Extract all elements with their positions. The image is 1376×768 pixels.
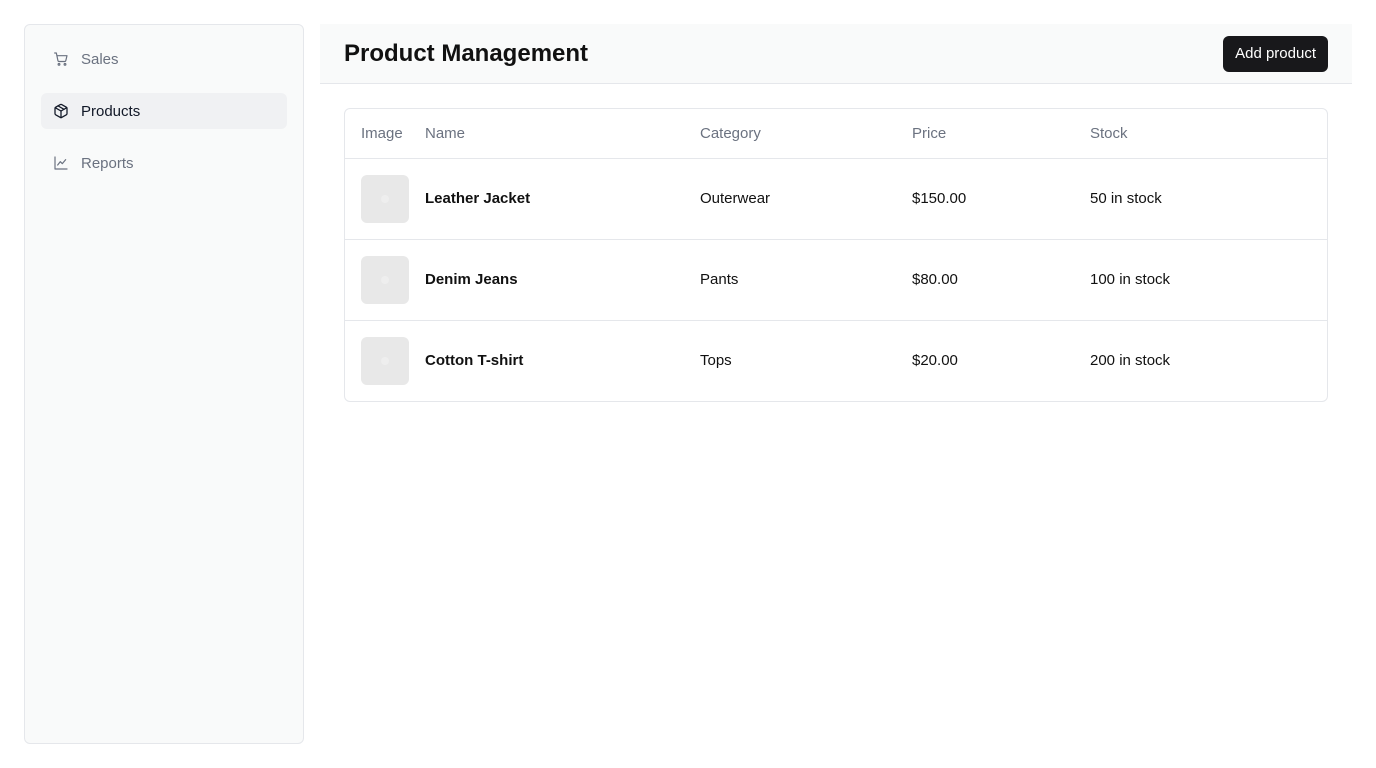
table-row[interactable]: Cotton T-shirt Tops $20.00 200 in stock (345, 320, 1327, 401)
products-table: Image Name Category Price Stock Leather … (345, 109, 1327, 401)
product-stock: 200 in stock (1090, 352, 1171, 370)
product-category: Pants (700, 239, 912, 321)
column-header-category[interactable]: Category (700, 109, 912, 159)
product-category: Outerwear (700, 158, 912, 240)
product-thumbnail (361, 255, 409, 304)
add-product-button[interactable]: Add product (1223, 35, 1328, 72)
product-price: $80.00 (912, 239, 1090, 321)
product-stock: 50 in stock (1090, 158, 1327, 240)
product-name: Cotton T-shirt (425, 352, 524, 370)
page-header: Product Management Add product (320, 24, 1352, 84)
product-name: Leather Jacket (425, 190, 531, 207)
sidebar-item-label: Reports (81, 154, 134, 172)
sidebar-item-reports[interactable]: Reports (41, 145, 287, 181)
sidebar-item-products[interactable]: Products (41, 93, 287, 129)
product-category: Tops (700, 352, 732, 370)
column-header-image[interactable]: Image (345, 109, 425, 159)
image-placeholder-icon (381, 194, 389, 203)
column-header-stock[interactable]: Stock (1090, 109, 1327, 159)
table-row[interactable]: Leather Jacket Outerwear $150.00 50 in s… (345, 158, 1327, 240)
package-icon (53, 103, 69, 119)
table-row[interactable]: Denim Jeans Pants $80.00 100 in stock (345, 239, 1327, 321)
main-content: Product Management Add product Image Nam… (320, 24, 1352, 402)
product-name: Denim Jeans (425, 271, 518, 288)
column-header-name[interactable]: Name (425, 109, 700, 159)
products-table-card: Image Name Category Price Stock Leather … (344, 108, 1328, 402)
app-root: Sales Products Reports Product Managemen… (0, 0, 1376, 768)
line-chart-icon (53, 155, 69, 171)
page-title: Product Management (344, 39, 589, 67)
image-placeholder-icon (381, 356, 389, 365)
product-price: $20.00 (912, 352, 958, 370)
sidebar-item-sales[interactable]: Sales (41, 41, 287, 77)
cart-icon (53, 51, 69, 67)
image-placeholder-icon (381, 275, 389, 284)
product-thumbnail (361, 336, 409, 385)
product-price: $150.00 (912, 158, 1090, 240)
sidebar-item-label: Products (81, 102, 141, 120)
product-stock: 100 in stock (1090, 239, 1327, 321)
product-thumbnail (361, 174, 409, 223)
sidebar: Sales Products Reports (24, 24, 304, 744)
column-header-price[interactable]: Price (912, 109, 1090, 159)
sidebar-item-label: Sales (81, 50, 119, 68)
table-header-row: Image Name Category Price Stock (345, 109, 1327, 159)
